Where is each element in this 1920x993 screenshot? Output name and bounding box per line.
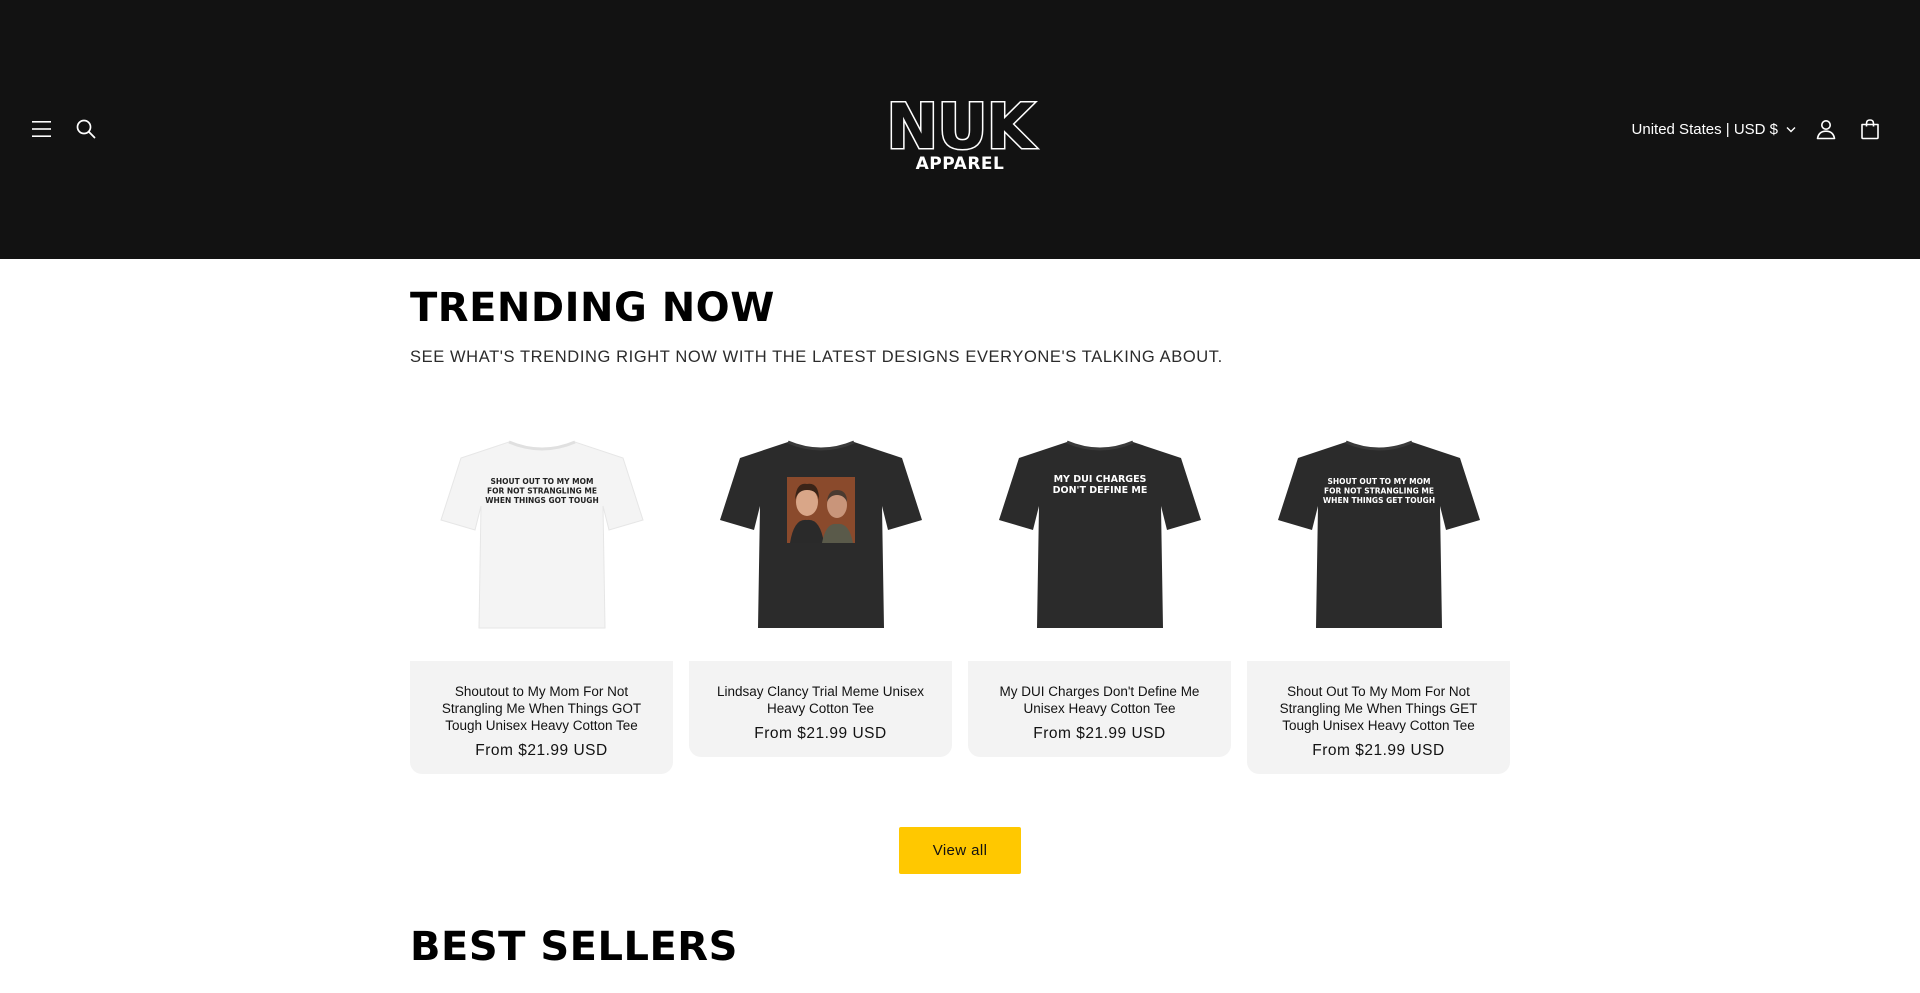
product-price: From $21.99 USD [475,742,608,759]
print-text-line: FOR NOT STRANGLING ME [1324,486,1434,495]
photo-print-graphic [786,476,855,543]
site-header: NUK APPAREL United States | USD $ [0,0,1920,259]
logo-subtext: APPAREL [915,154,1005,174]
tshirt-image: SHOUT OUT TO MY MOMFOR NOT STRANGLING ME… [1277,440,1480,628]
tshirt-image: SHOUT OUT TO MY MOMFOR NOT STRANGLING ME… [439,440,644,628]
product-image: SHOUT OUT TO MY MOM FOR NOT STRANGLING ME… [1247,402,1510,661]
section-title-trending: TRENDING NOW [410,285,775,331]
print-text-line: FOR NOT STRANGLING ME [487,486,597,495]
product-price: From $21.99 USD [754,725,887,742]
section-title-best-sellers: BEST SELLERS [410,924,738,970]
site-logo[interactable]: NUK APPAREL [860,89,1060,178]
tshirt-image [719,440,922,628]
cart-icon [1861,119,1879,140]
search-icon [76,119,96,139]
search-button[interactable] [64,107,108,151]
print-text-line: MY DUI CHARGES [1053,474,1146,485]
product-image: SHOUT OUT TO MY MOM FOR NOT STRANGLING ME… [410,402,673,661]
print-text-line: SHOUT OUT TO MY MOM [1327,477,1430,486]
account-icon [1816,120,1836,140]
product-title[interactable]: My DUI Charges Don't Define Me Unisex He… [982,683,1217,717]
tshirt-body [439,440,644,628]
product-info: Shout Out To My Mom For Not Strangling M… [1247,661,1510,774]
section-subtitle-trending: SEE WHAT'S TRENDING RIGHT NOW WITH THE L… [410,348,1223,366]
menu-icon [32,121,51,137]
account-button[interactable] [1804,107,1848,151]
print-text-line: SHOUT OUT TO MY MOM [490,477,593,486]
product-price: From $21.99 USD [1033,725,1166,742]
product-info: Lindsay Clancy Trial Meme Unisex Heavy C… [689,661,952,757]
product-title[interactable]: Lindsay Clancy Trial Meme Unisex Heavy C… [703,683,938,717]
product-info: Shoutout to My Mom For Not Strangling Me… [410,661,673,774]
product-grid: SHOUT OUT TO MY MOM FOR NOT STRANGLING ME… [410,402,1510,802]
product-title[interactable]: Shoutout to My Mom For Not Strangling Me… [424,683,659,734]
menu-button[interactable] [20,107,64,151]
logo-wordmark: NUK [885,89,1039,165]
country-currency-label: United States | USD $ [1631,120,1778,138]
country-currency-selector[interactable]: United States | USD $ [1632,116,1796,142]
product-image [689,402,952,661]
tshirt-body [998,441,1201,628]
product-price: From $21.99 USD [1312,742,1445,759]
svg-text:NUK: NUK [886,98,1036,154]
product-image: MY DUI CHARGES DON'T DEFINE ME [968,402,1231,661]
tshirt-image: MY DUI CHARGESDON'T DEFINE ME [998,440,1201,628]
print-text-line: DON'T DEFINE ME [1052,485,1147,496]
product-title[interactable]: Shout Out To My Mom For Not Strangling M… [1261,683,1496,734]
tshirt-body [1277,441,1480,628]
cart-button[interactable] [1848,107,1892,151]
chevron-down-icon [1786,126,1796,132]
print-text-line: WHEN THINGS GOT TOUGH [485,496,598,505]
print-text-line: WHEN THINGS GET TOUGH [1322,496,1434,505]
product-info: My DUI Charges Don't Define Me Unisex He… [968,661,1231,757]
view-all-button[interactable]: View all [899,827,1021,874]
